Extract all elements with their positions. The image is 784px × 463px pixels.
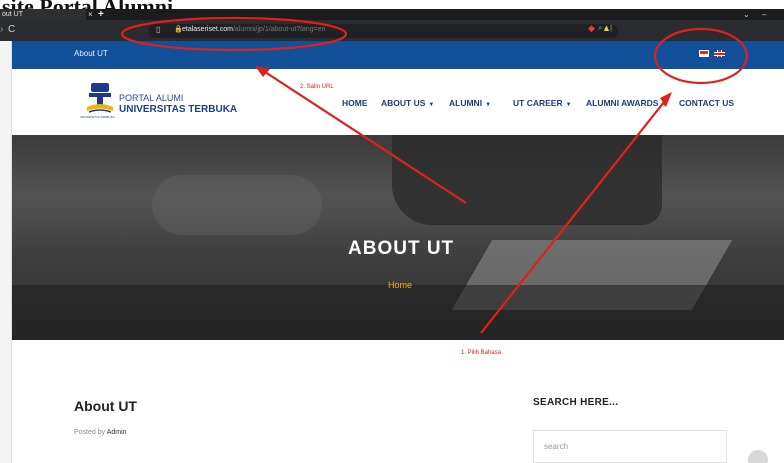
nav-ut-career[interactable]: UT CAREER ▼ bbox=[513, 98, 572, 108]
url-field[interactable]: ▯ 🔒 etalaseriset.com/alumni/jp/1/about-u… bbox=[148, 24, 618, 38]
nav-alumni-awards[interactable]: ALUMNI AWARDS ▼ bbox=[586, 98, 667, 108]
chevron-down-icon: ▼ bbox=[485, 102, 492, 108]
nav-label: UT CAREER bbox=[513, 98, 563, 108]
rewards-icon[interactable]: ▲ bbox=[602, 23, 611, 33]
chevron-down-icon: ▼ bbox=[565, 102, 572, 108]
site-topbar: About UT bbox=[12, 41, 784, 69]
nav-label: HOME bbox=[342, 98, 368, 108]
annotation-step1: 1. Pilih Bahasa bbox=[461, 350, 502, 356]
author-link[interactable]: Admin bbox=[107, 429, 127, 436]
ut-logo-icon[interactable] bbox=[82, 81, 118, 119]
search-box bbox=[533, 430, 727, 463]
new-tab-button[interactable]: + bbox=[98, 9, 104, 20]
url-path: /alumni/jp/1/about-ut?lang=en bbox=[232, 26, 326, 33]
hero-background-blur bbox=[152, 175, 322, 235]
nav-home[interactable]: HOME bbox=[342, 98, 368, 108]
url-text[interactable]: etalaseriset.com/alumni/jp/1/about-ut?la… bbox=[182, 26, 325, 33]
chevron-down-icon: ▼ bbox=[428, 102, 435, 108]
tab-close-icon[interactable]: × bbox=[88, 9, 93, 20]
left-sidebar-strip bbox=[0, 41, 12, 463]
tab-list-icon[interactable]: ⌄ bbox=[743, 9, 750, 20]
article-title: About UT bbox=[74, 398, 137, 414]
url-host: etalaseriset.com bbox=[182, 26, 233, 33]
browser-address-bar: › C ▯ 🔒 etalaseriset.com/alumni/jp/1/abo… bbox=[0, 20, 784, 55]
breadcrumb-home-link[interactable]: Home bbox=[388, 280, 412, 290]
flag-uk-icon[interactable] bbox=[714, 50, 725, 57]
article-meta: Posted by Admin bbox=[74, 429, 127, 436]
nav-about-us[interactable]: ABOUT US ▼ bbox=[381, 98, 434, 108]
nav-label: ALUMNI AWARDS bbox=[586, 98, 659, 108]
logo-title-line1[interactable]: PORTAL ALUMI bbox=[119, 93, 183, 103]
browser-tab-title: out UT bbox=[2, 11, 24, 18]
search-input[interactable] bbox=[534, 431, 726, 462]
page-info-icon[interactable]: ▯ bbox=[156, 25, 160, 34]
topbar-page-title: About UT bbox=[74, 49, 108, 58]
logo-title-line2[interactable]: UNIVERSITAS TERBUKA bbox=[119, 104, 237, 115]
brave-shield-icon[interactable]: ◆ bbox=[588, 23, 595, 34]
annotation-step2: 2. Salin URL bbox=[300, 84, 334, 90]
flag-indonesia-icon[interactable] bbox=[699, 50, 709, 57]
nav-label: ABOUT US bbox=[381, 98, 426, 108]
hero-banner: ABOUT UT Home bbox=[12, 135, 784, 340]
nav-contact-us[interactable]: CONTACT US bbox=[679, 98, 734, 108]
logo-caption: UNIVERSITAS TERBUKA bbox=[80, 115, 115, 119]
hero-background-desk bbox=[12, 285, 784, 340]
reload-icon[interactable]: C bbox=[8, 24, 15, 35]
hero-background-lamp bbox=[392, 135, 662, 225]
nav-label: ALUMNI bbox=[449, 98, 483, 108]
nav-label: CONTACT US bbox=[679, 98, 735, 108]
site-header: UNIVERSITAS TERBUKA PORTAL ALUMI UNIVERS… bbox=[12, 69, 784, 135]
search-widget-title: SEARCH HERE... bbox=[533, 397, 619, 408]
meta-prefix: Posted by bbox=[74, 429, 106, 436]
back-icon[interactable]: › bbox=[0, 24, 3, 35]
chevron-down-icon: ▼ bbox=[661, 102, 668, 108]
minimize-window-icon[interactable]: – bbox=[762, 9, 766, 20]
nav-alumni[interactable]: ALUMNI ▼ bbox=[449, 98, 491, 108]
scroll-to-top-button[interactable] bbox=[748, 450, 768, 463]
screenshot: site Portal Alumni out UT × + ⌄ – › C ▯ … bbox=[0, 0, 784, 463]
browser-tab-bar: out UT × + ⌄ – bbox=[0, 9, 784, 20]
hero-title: ABOUT UT bbox=[348, 238, 455, 259]
browser-tab[interactable]: out UT bbox=[0, 9, 86, 20]
